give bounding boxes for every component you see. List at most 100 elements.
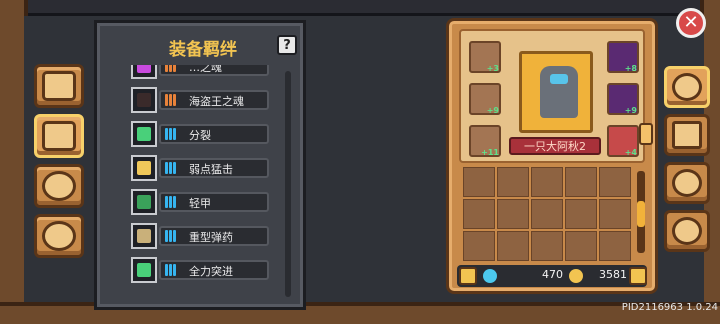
settings-gear-icon [672,217,702,245]
bond-tier-bar [173,264,176,276]
bond-tier-bars [165,264,176,276]
gem-icon [483,269,497,283]
help-button[interactable]: ? [277,35,297,55]
bond-row[interactable]: …之魂 [131,65,269,79]
bond-name: 分裂 [189,129,211,142]
bond-name: 重型弹药 [189,231,233,244]
bond-row[interactable]: 全力突进 [131,257,269,283]
bag-cell[interactable] [599,231,631,261]
equipment-panel: +3 +9 +11 +8 +9 +4 一只大阿秋2 470 3581 [446,18,658,294]
bond-list[interactable]: …之魂海盗王之魂分裂弱点猛击轻甲重型弹药全力突进 [121,65,277,305]
equip-slot-bag[interactable]: +8 [607,41,639,73]
bag-cell[interactable] [531,199,563,229]
bond-tier-bar [165,196,168,208]
bag-grid [463,167,633,261]
bond-tier-bar [173,94,176,106]
tab-settings[interactable] [664,210,710,252]
equip-level: +9 [624,106,637,115]
bond-row[interactable]: 弱点猛击 [131,155,269,181]
sort-button[interactable] [629,267,647,285]
tab-gear-burst[interactable] [664,162,710,204]
close-button[interactable]: ✕ [676,8,706,38]
bond-row[interactable]: 海盗王之魂 [131,87,269,113]
bond-glyph [137,263,151,277]
equipment-area: +3 +9 +11 +8 +9 +4 一只大阿秋2 [459,29,645,163]
tab-book[interactable] [34,64,84,108]
bond-glyph [137,127,151,141]
bag-cell[interactable] [463,231,495,261]
equip-level: +9 [486,106,499,115]
hero-portrait[interactable] [519,51,593,133]
bond-glyph [137,161,151,175]
bond-tier-bar [173,65,176,72]
bag-cell[interactable] [565,231,597,261]
equip-slot-helmet[interactable]: +3 [469,41,501,73]
tab-flower[interactable] [34,164,84,208]
bond-glyph [137,93,151,107]
bond-tier-bar [165,230,168,242]
bond-row[interactable]: 分裂 [131,121,269,147]
potion-icon [131,65,157,79]
equip-slot-weapon[interactable]: +4 [607,125,639,157]
flower-icon [42,171,76,201]
equip-slot-boots[interactable]: +9 [607,83,639,115]
bond-tier-bar [173,196,176,208]
bond-tier-bar [165,94,168,106]
gear-burst-icon [672,169,702,197]
bond-name: 海盗王之魂 [189,95,244,108]
bond-glyph [137,229,151,243]
bond-panel: 装备羁绊 ? …之魂 海盗王之魂 分裂 弱点猛击 轻甲 重型弹药 全力突进 [94,20,306,310]
bag-cell[interactable] [497,231,529,261]
top-bar [0,0,720,16]
bond-label: 弱点猛击 [159,158,269,178]
bag-cell[interactable] [599,199,631,229]
bag-cell[interactable] [531,167,563,197]
bag-cell[interactable] [599,167,631,197]
bond-label: 重型弹药 [159,226,269,246]
tab-tools[interactable] [664,114,710,156]
equip-level: +3 [486,64,499,73]
bond-name: 全力突进 [189,265,233,278]
bag-cell[interactable] [497,199,529,229]
equip-level: +8 [624,64,637,73]
slash-icon [131,155,157,181]
hero-goggles [550,74,568,84]
tools-icon [672,121,702,149]
bond-row[interactable]: 重型弹药 [131,223,269,249]
dash-icon [131,257,157,283]
equip-slot-necklace[interactable]: +9 [469,83,501,115]
bond-tier-bar [169,65,172,72]
coin-count: 3581 [599,268,627,281]
bond-tier-bar [165,162,168,174]
coin-icon [569,269,583,283]
bond-tier-bars [165,196,176,208]
bond-tier-bars [165,65,176,72]
equip-level: +11 [481,148,499,157]
currency-bar: 470 3581 [457,265,647,287]
bond-tier-bar [165,65,168,72]
bag-scroll-thumb[interactable] [637,201,645,227]
equip-slot-armor[interactable]: +11 [469,125,501,157]
bag-cell[interactable] [565,167,597,197]
bag-cell[interactable] [463,167,495,197]
bag-cell[interactable] [531,231,563,261]
bond-label: 分裂 [159,124,269,144]
bond-glyph [137,65,151,73]
tab-bond[interactable] [34,114,84,158]
bag-cell[interactable] [463,199,495,229]
equip-side-toggle[interactable] [639,123,653,145]
bond-label: …之魂 [159,65,269,76]
bond-list-scrollbar[interactable] [285,71,291,297]
bond-row[interactable]: 轻甲 [131,189,269,215]
book-icon [42,71,76,101]
bond-tier-bar [169,94,172,106]
bag-scrollbar[interactable] [637,171,645,253]
version-label: PID2116963 1.0.24 [621,302,718,313]
bond-tier-bar [169,264,172,276]
lock-button[interactable] [459,267,477,285]
bag-cell[interactable] [497,167,529,197]
tab-steering[interactable] [34,214,84,258]
bond-glyph [137,195,151,209]
tab-mask[interactable] [664,66,710,108]
bag-cell[interactable] [565,199,597,229]
